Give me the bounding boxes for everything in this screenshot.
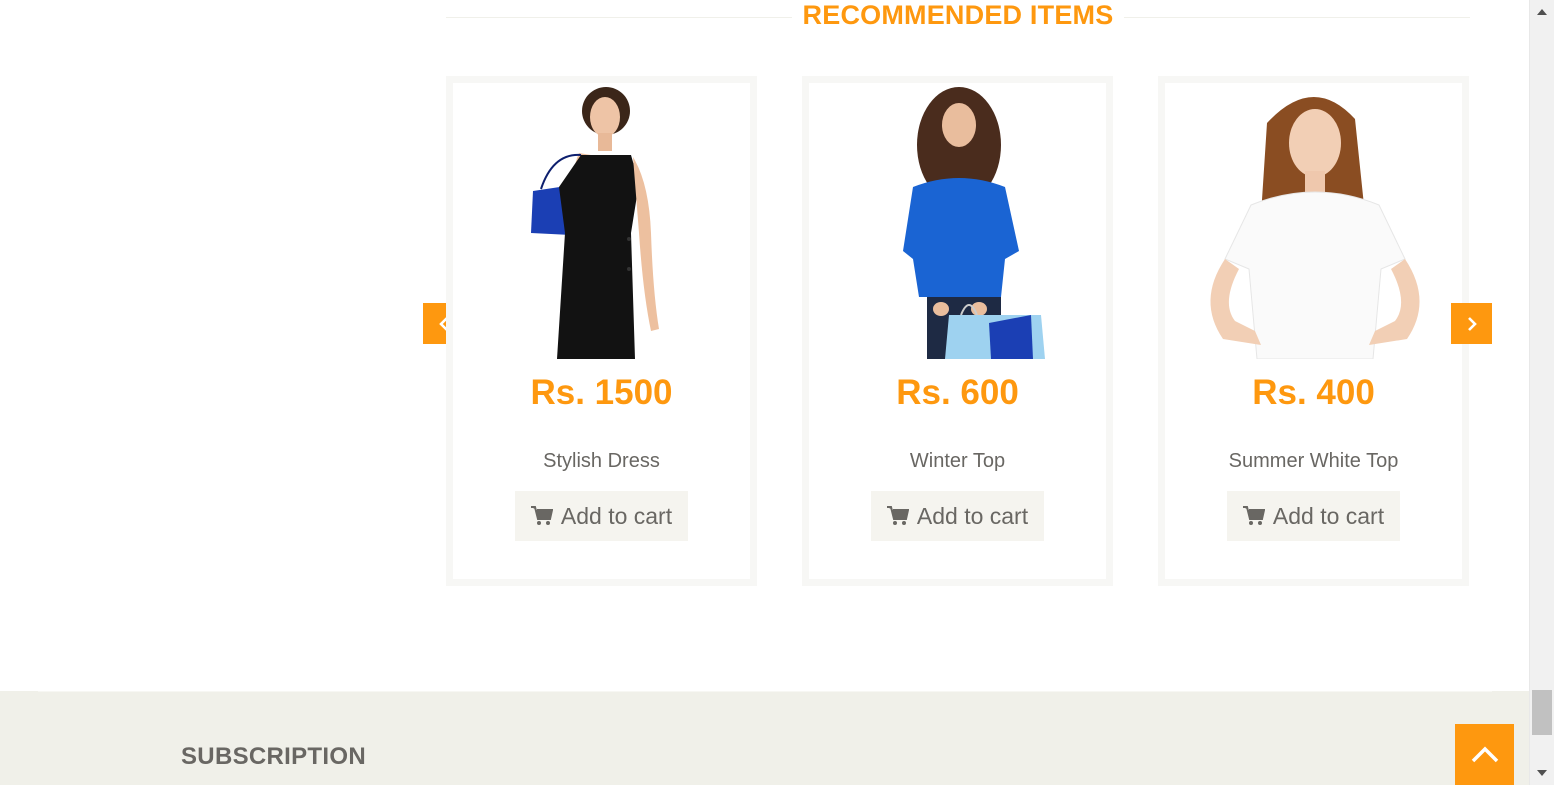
scrollbar-thumb[interactable] — [1532, 690, 1552, 735]
shopping-cart-icon — [1242, 506, 1265, 525]
subscription-title: SUBSCRIPTION — [181, 743, 366, 770]
product-price: Rs. 400 — [1252, 373, 1375, 412]
product-name[interactable]: Stylish Dress — [453, 450, 750, 473]
scrollbar-up-arrow[interactable] — [1530, 0, 1554, 24]
add-to-cart-button[interactable]: Add to cart — [871, 491, 1044, 541]
product-price: Rs. 600 — [896, 373, 1019, 412]
product-card: Rs. 400 Summer White Top Add to cart — [1158, 76, 1469, 586]
add-to-cart-label: Add to cart — [560, 502, 673, 529]
footer: SUBSCRIPTION — [0, 691, 1529, 785]
add-to-cart-label: Add to cart — [1272, 502, 1385, 529]
product-price: Rs. 1500 — [530, 373, 673, 412]
page: RECOMMENDED ITEMS Rs. 1500 Stylish Dress… — [0, 0, 1554, 785]
scroll-to-top-button[interactable] — [1455, 724, 1514, 785]
chevron-up-icon — [1471, 746, 1498, 762]
triangle-down-icon — [1537, 770, 1547, 776]
product-image[interactable] — [453, 83, 750, 359]
product-card: Rs. 1500 Stylish Dress Add to cart — [446, 76, 757, 586]
chevron-right-icon — [1467, 316, 1477, 331]
add-to-cart-button[interactable]: Add to cart — [515, 491, 688, 541]
product-image[interactable] — [809, 83, 1106, 359]
shopping-cart-icon — [530, 506, 553, 525]
vertical-scrollbar[interactable] — [1529, 0, 1554, 785]
product-name[interactable]: Winter Top — [809, 450, 1106, 473]
recommended-heading: RECOMMENDED ITEMS — [446, 0, 1470, 34]
recommended-items-title: RECOMMENDED ITEMS — [802, 0, 1114, 30]
footer-divider — [38, 691, 1492, 692]
shopping-cart-icon — [886, 506, 909, 525]
carousel-next-button[interactable] — [1451, 303, 1492, 344]
product-name[interactable]: Summer White Top — [1165, 450, 1462, 473]
scrollbar-down-arrow[interactable] — [1530, 761, 1554, 785]
product-image[interactable] — [1165, 83, 1462, 359]
add-to-cart-label: Add to cart — [916, 502, 1029, 529]
add-to-cart-button[interactable]: Add to cart — [1227, 491, 1400, 541]
product-card: Rs. 600 Winter Top Add to cart — [802, 76, 1113, 586]
triangle-up-icon — [1537, 9, 1547, 15]
